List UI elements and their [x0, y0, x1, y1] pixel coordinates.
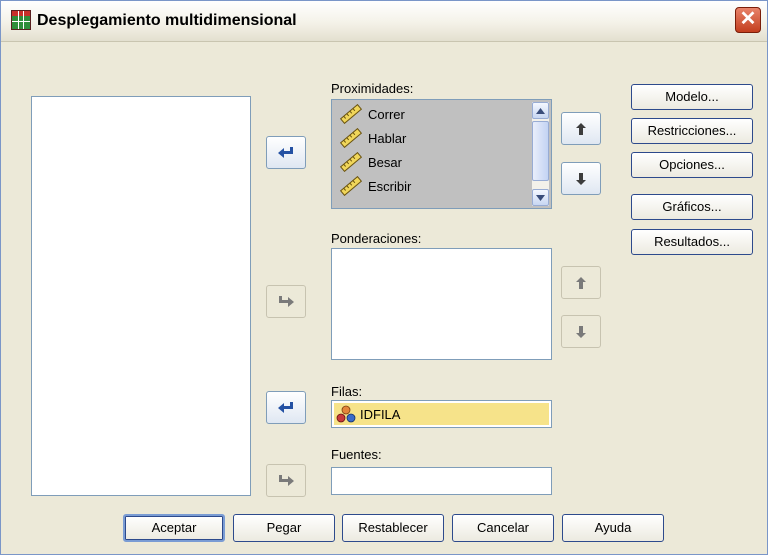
ruler-icon [339, 128, 363, 148]
chevron-up-icon [536, 107, 545, 114]
ruler-icon [339, 104, 363, 124]
arrow-right-icon [279, 474, 294, 486]
proximidades-list[interactable]: Correr Hablar Besar Escribir [331, 99, 552, 209]
list-item[interactable]: Escribir [332, 174, 411, 198]
list-item[interactable]: Hablar [332, 126, 406, 150]
filas-value: IDFILA [360, 406, 401, 422]
move-ponderaciones-button[interactable] [266, 285, 306, 318]
list-item-label: Correr [368, 106, 405, 122]
move-proximidades-button[interactable] [266, 136, 306, 169]
source-variable-list[interactable] [31, 96, 251, 496]
arrow-up-icon [576, 276, 586, 289]
window-title: Desplegamiento multidimensional [37, 12, 297, 29]
title-bar: Desplegamiento multidimensional ✕ [1, 1, 767, 42]
arrow-left-icon [278, 401, 293, 413]
arrow-down-icon [576, 172, 586, 185]
proximidades-label: Proximidades: [331, 81, 414, 96]
spreadsheet-icon [11, 10, 31, 30]
ruler-icon [339, 152, 363, 172]
dialog-window: Desplegamiento multidimensional ✕ Proxim… [0, 0, 768, 555]
ponderaciones-list[interactable] [331, 248, 552, 360]
scroll-down-button[interactable] [532, 189, 549, 206]
move-up-button[interactable] [561, 112, 601, 145]
pegar-button[interactable]: Pegar [233, 514, 335, 542]
opciones-button[interactable]: Opciones... [631, 152, 753, 178]
filas-label: Filas: [331, 384, 363, 399]
filas-field[interactable]: IDFILA [331, 400, 552, 428]
nominal-variable-icon [336, 405, 356, 423]
arrow-right-icon [279, 295, 294, 307]
dialog-content: Proximidades: Correr Hablar Besar Escrib… [1, 41, 767, 554]
list-item-label: Hablar [368, 130, 407, 146]
arrow-left-icon [278, 146, 293, 158]
arrow-down-icon [576, 325, 586, 338]
restricciones-button[interactable]: Restricciones... [631, 118, 753, 144]
move-filas-button[interactable] [266, 391, 306, 424]
fuentes-field[interactable] [331, 467, 552, 495]
ponderaciones-label: Ponderaciones: [331, 231, 422, 246]
resultados-button[interactable]: Resultados... [631, 229, 753, 255]
list-item[interactable]: Correr [332, 102, 405, 126]
list-item-label: Escribir [368, 178, 412, 194]
restablecer-button[interactable]: Restablecer [342, 514, 444, 542]
scroll-up-button[interactable] [532, 102, 549, 119]
chevron-down-icon [536, 194, 545, 201]
fuentes-label: Fuentes: [331, 447, 382, 462]
move-fuentes-button[interactable] [266, 464, 306, 497]
list-item-label: Besar [368, 154, 402, 170]
cancelar-button[interactable]: Cancelar [452, 514, 554, 542]
ruler-icon [339, 176, 363, 196]
filas-selected-item[interactable]: IDFILA [334, 403, 549, 425]
aceptar-button[interactable]: Aceptar [123, 514, 225, 542]
move-down-button[interactable] [561, 162, 601, 195]
vertical-scrollbar[interactable] [532, 102, 549, 206]
scroll-thumb[interactable] [532, 121, 549, 181]
ponderaciones-up-button[interactable] [561, 266, 601, 299]
modelo-button[interactable]: Modelo... [631, 84, 753, 110]
graficos-button[interactable]: Gráficos... [631, 194, 753, 220]
close-button[interactable]: ✕ [735, 7, 761, 33]
arrow-up-icon [576, 122, 586, 135]
ponderaciones-down-button[interactable] [561, 315, 601, 348]
list-item[interactable]: Besar [332, 150, 402, 174]
ayuda-button[interactable]: Ayuda [562, 514, 664, 542]
